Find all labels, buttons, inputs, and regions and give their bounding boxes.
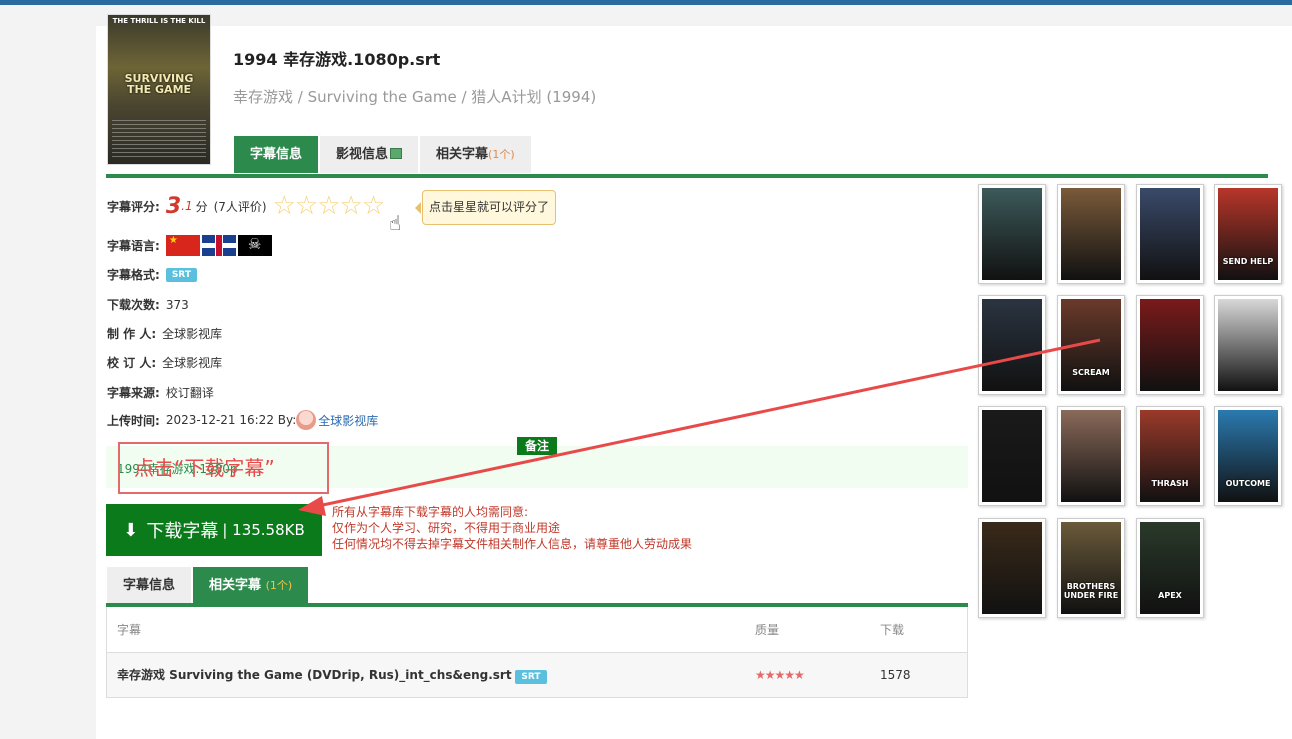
poster-label: SCREAM	[1072, 368, 1110, 377]
rating-value: 3	[165, 193, 182, 219]
poster-image	[1061, 188, 1121, 280]
movie-poster[interactable]: THE THRILL IS THE KILL SURVIVING THE GAME	[107, 14, 211, 165]
poster-image: BROTHERS UNDER FIRE	[1061, 522, 1121, 614]
source-row: 字幕来源: 校订翻译	[107, 386, 214, 400]
poster-image	[1061, 410, 1121, 502]
uk-flag-icon	[201, 235, 236, 256]
poster-image	[982, 299, 1042, 391]
related-poster[interactable]	[1214, 295, 1282, 395]
related-poster[interactable]	[1136, 184, 1204, 284]
poster-title: SURVIVING THE GAME	[124, 72, 194, 96]
poster-image	[1218, 299, 1278, 391]
tab-related-subtitles[interactable]: 相关字幕(1个)	[420, 136, 531, 173]
star-icon[interactable]: ☆	[317, 193, 340, 219]
download-terms: 所有从字幕库下载字幕的人均需同意: 仅作为个人学习、研究，不得用于商业用途 任何…	[332, 505, 693, 551]
poster-image: THRASH	[1140, 410, 1200, 502]
maker-row: 制 作 人: 全球影视库	[107, 327, 223, 341]
related-poster[interactable]: THRASH	[1136, 406, 1204, 506]
annotation-text: 点击“下载字幕”	[134, 456, 275, 480]
poster-tagline: THE THRILL IS THE KILL	[112, 17, 206, 25]
language-row: 字幕语言:	[107, 235, 274, 256]
poster-image	[982, 410, 1042, 502]
source-value: 校订翻译	[165, 386, 214, 400]
poster-label: APEX	[1158, 591, 1182, 600]
format-row: 字幕格式: SRT	[107, 266, 197, 283]
download-size: | 135.58KB	[222, 521, 305, 539]
reviewer-value: 全球影视库	[162, 356, 223, 370]
related-poster[interactable]	[978, 518, 1046, 618]
top-bar	[0, 0, 1292, 5]
download-icon: ⬇	[123, 519, 139, 541]
poster-image	[1140, 299, 1200, 391]
rating-row: 字幕评分: 3 .1 分 (7人评价) ☆ ☆ ☆ ☆ ☆	[107, 191, 386, 221]
note-label: 备注	[517, 437, 557, 455]
poster-image: APEX	[1140, 522, 1200, 614]
reviewer-row: 校 订 人: 全球影视库	[107, 356, 223, 370]
pirate-flag-icon	[237, 235, 272, 256]
rating-count: (7人评价)	[213, 199, 267, 214]
tab-subtitle-info-bottom[interactable]: 字幕信息	[107, 567, 192, 603]
table-header: 字幕 质量 下载	[107, 607, 967, 653]
downloads-row: 下载次数: 373	[107, 297, 189, 313]
poster-image: SEND HELP	[1218, 188, 1278, 280]
pointer-hand-icon: ☝	[389, 211, 402, 235]
quality-stars: ★★★★★	[755, 668, 805, 682]
poster-image	[982, 188, 1042, 280]
avatar[interactable]	[296, 410, 317, 430]
movie-subtitle: 幸存游戏 / Surviving the Game / 猎人A计划 (1994)	[233, 88, 597, 106]
star-icon[interactable]: ☆	[295, 193, 318, 219]
format-badge: SRT	[165, 267, 197, 282]
poster-credits	[112, 120, 206, 160]
uploader-link[interactable]: 全球影视库	[318, 412, 378, 429]
poster-image: SCREAM	[1061, 299, 1121, 391]
related-poster[interactable]	[978, 406, 1046, 506]
star-icon[interactable]: ☆	[362, 193, 385, 219]
related-subtitles-table: 字幕 质量 下载 幸存游戏 Surviving the Game (DVDrip…	[106, 607, 968, 698]
related-poster[interactable]	[978, 295, 1046, 395]
related-poster[interactable]	[1136, 295, 1204, 395]
poster-label: OUTCOME	[1225, 479, 1271, 488]
china-flag-icon	[165, 235, 200, 256]
tab-movie-info[interactable]: 影视信息	[320, 136, 419, 173]
related-poster[interactable]	[978, 184, 1046, 284]
poster-label: THRASH	[1151, 479, 1189, 488]
bottom-tabs: 字幕信息 相关字幕 (1个)	[107, 567, 310, 603]
upload-row: 上传时间: 2023-12-21 16:22 By: 全球影视库	[107, 410, 378, 430]
related-poster[interactable]: BROTHERS UNDER FIRE	[1057, 518, 1125, 618]
poster-label: SEND HELP	[1222, 257, 1274, 266]
tab-divider	[106, 174, 1268, 178]
upload-time: 2023-12-21 16:22 By:	[165, 413, 297, 427]
related-poster[interactable]: SEND HELP	[1214, 184, 1282, 284]
related-poster[interactable]	[1057, 184, 1125, 284]
subtitle-link[interactable]: 幸存游戏 Surviving the Game (DVDrip, Rus)_in…	[117, 668, 512, 682]
rating-tooltip: 点击星星就可以评分了	[414, 190, 557, 225]
star-icon[interactable]: ☆	[340, 193, 363, 219]
page-title: 1994 幸存游戏.1080p.srt	[233, 50, 441, 69]
poster-label: BROTHERS UNDER FIRE	[1063, 582, 1119, 600]
downloads-count: 373	[165, 297, 189, 312]
table-row[interactable]: 幸存游戏 Surviving the Game (DVDrip, Rus)_in…	[107, 653, 967, 697]
tab-subtitle-info[interactable]: 字幕信息	[234, 136, 319, 173]
row-downloads: 1578	[880, 668, 911, 682]
maker-value: 全球影视库	[162, 327, 223, 341]
related-poster[interactable]: OUTCOME	[1214, 406, 1282, 506]
poster-image	[982, 522, 1042, 614]
info-card-icon	[390, 148, 403, 159]
rating-stars[interactable]: ☆ ☆ ☆ ☆ ☆	[273, 193, 386, 219]
format-badge: SRT	[515, 670, 547, 684]
download-button[interactable]: ⬇ 下载字幕 | 135.58KB	[106, 504, 322, 556]
related-poster[interactable]	[1057, 406, 1125, 506]
tab-related-subtitles-bottom[interactable]: 相关字幕 (1个)	[193, 567, 309, 603]
top-tabs: 字幕信息 影视信息 相关字幕(1个)	[234, 136, 533, 174]
poster-image: OUTCOME	[1218, 410, 1278, 502]
related-poster[interactable]: APEX	[1136, 518, 1204, 618]
star-icon[interactable]: ☆	[273, 193, 296, 219]
related-poster[interactable]: SCREAM	[1057, 295, 1125, 395]
poster-image	[1140, 188, 1200, 280]
